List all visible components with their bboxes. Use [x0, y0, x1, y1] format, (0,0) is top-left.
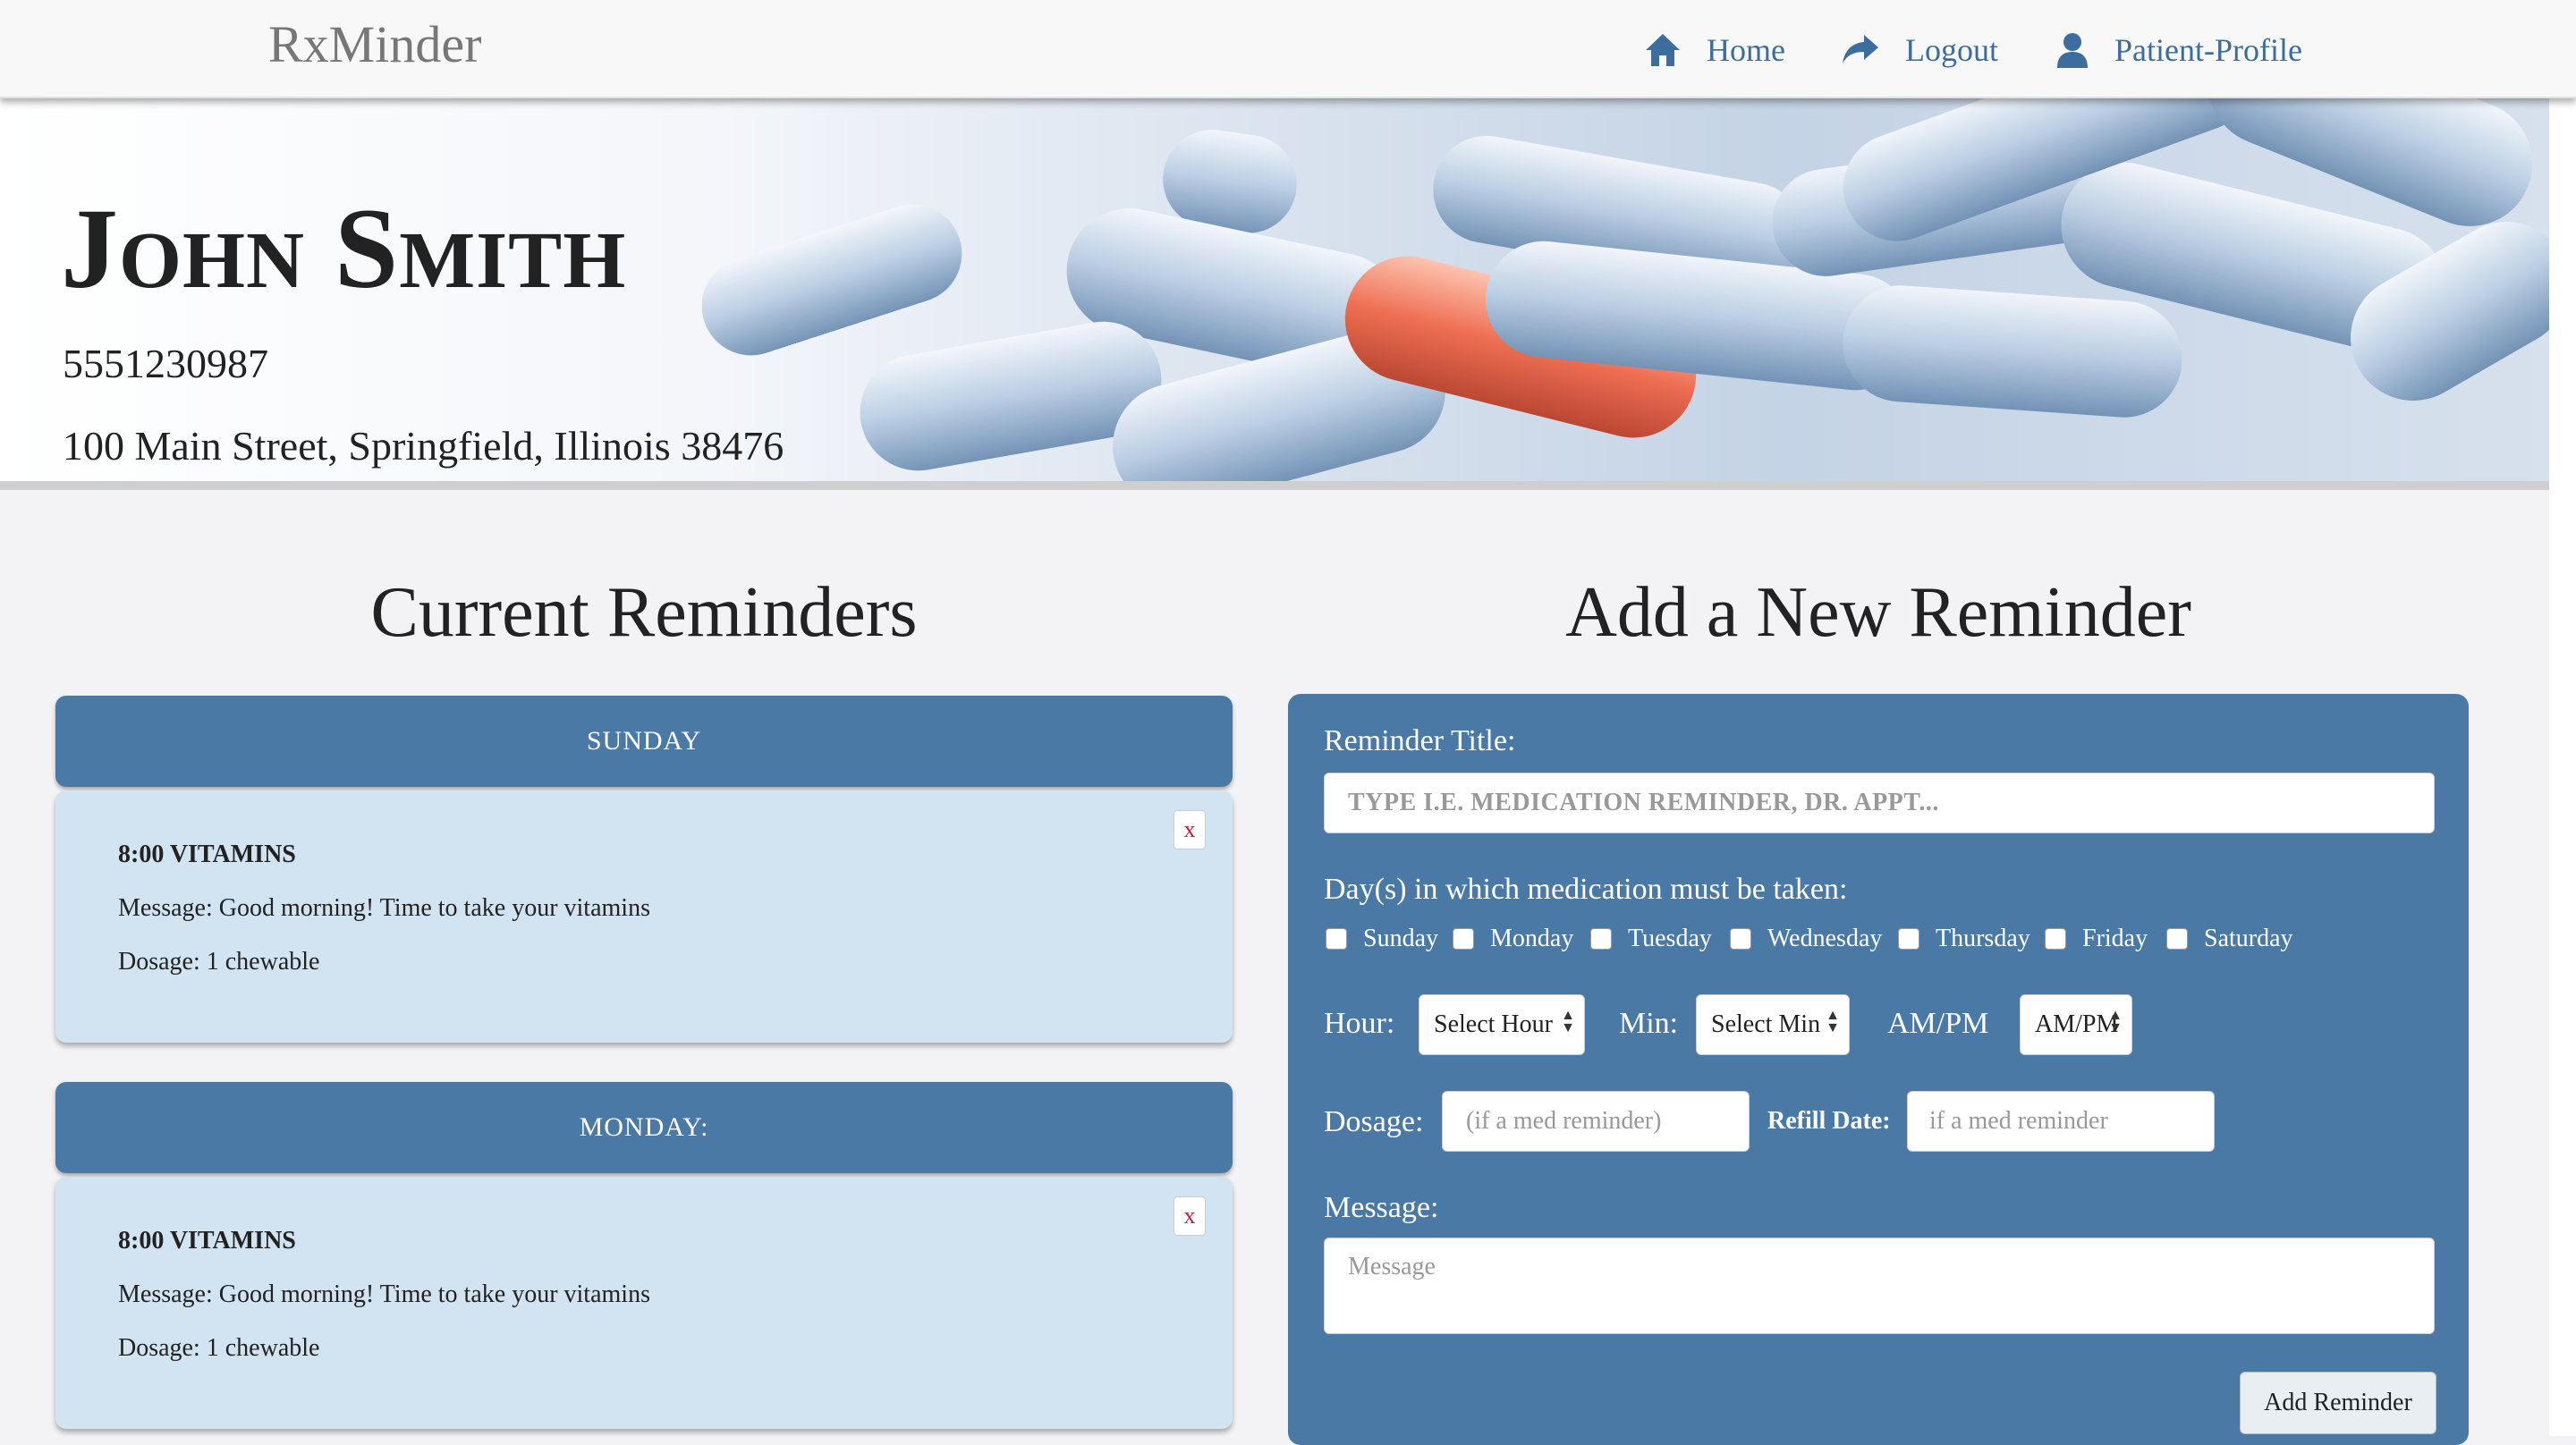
top-navbar: RxMinder Home Logout Patient-Profile	[0, 0, 2576, 98]
day-checkbox-sunday[interactable]: Sunday	[1326, 925, 1438, 953]
reminder-title: 8:00 VITAMINS	[118, 1227, 296, 1255]
hero-banner: John Smith 5551230987 100 Main Street, S…	[0, 97, 2549, 481]
day-checkbox-label: Thursday	[1936, 925, 2030, 952]
day-checkbox-monday[interactable]: Monday	[1453, 925, 1573, 953]
reminder-title: 8:00 VITAMINS	[118, 841, 296, 868]
nav-profile-label: Patient-Profile	[2114, 32, 2302, 68]
ampm-select[interactable]: AM/PM ▲ ▼	[2020, 994, 2132, 1055]
checkbox[interactable]	[1326, 928, 1347, 950]
checkbox[interactable]	[1590, 928, 1612, 950]
hour-label: Hour:	[1324, 1007, 1395, 1040]
day-header-sunday: SUNDAY	[55, 696, 1233, 787]
ampm-label: AM/PM	[1887, 1007, 1989, 1040]
min-label: Min:	[1619, 1007, 1679, 1040]
reminder-card: x 8:00 VITAMINS Message: Good morning! T…	[55, 1177, 1233, 1429]
days-label: Day(s) in which medication must be taken…	[1324, 873, 1848, 906]
reminder-message: Message: Good morning! Time to take your…	[118, 894, 650, 922]
day-checkbox-label: Friday	[2082, 925, 2148, 952]
refill-date-input[interactable]: if a med reminder	[1907, 1091, 2215, 1152]
delete-reminder-button[interactable]: x	[1174, 1196, 1206, 1236]
select-arrows-icon: ▲ ▼	[2108, 1008, 2123, 1035]
day-checkbox-label: Sunday	[1363, 925, 1438, 952]
reminder-title-label: Reminder Title:	[1324, 724, 1516, 757]
day-checkbox-wednesday[interactable]: Wednesday	[1730, 925, 1882, 953]
reminder-dosage: Dosage: 1 chewable	[118, 1334, 320, 1362]
checkbox[interactable]	[1730, 928, 1751, 950]
day-checkbox-saturday[interactable]: Saturday	[2166, 925, 2293, 953]
patient-name: John Smith	[61, 185, 627, 312]
page-edge	[2549, 97, 2576, 1436]
message-label: Message:	[1324, 1191, 1439, 1224]
day-checkbox-label: Saturday	[2204, 925, 2293, 952]
dosage-label: Dosage:	[1324, 1105, 1424, 1138]
checkbox[interactable]	[2166, 928, 2188, 950]
reminder-title-input[interactable]: TYPE I.E. MEDICATION REMINDER, DR. APPT.…	[1324, 773, 2435, 833]
home-icon	[1646, 34, 1680, 66]
brand-logo[interactable]: RxMinder	[268, 13, 481, 77]
day-header-monday: MONDAY:	[55, 1082, 1233, 1173]
day-checkbox-label: Tuesday	[1628, 925, 1712, 952]
day-checkbox-thursday[interactable]: Thursday	[1898, 925, 2030, 953]
nav-home-label: Home	[1707, 32, 1785, 68]
nav-logout-label: Logout	[1905, 32, 1998, 68]
min-select-value: Select Min	[1711, 1010, 1821, 1038]
refill-date-label: Refill Date:	[1767, 1107, 1891, 1135]
patient-address: 100 Main Street, Springfield, Illinois 3…	[63, 423, 784, 469]
day-checkbox-label: Monday	[1490, 925, 1574, 952]
delete-reminder-button[interactable]: x	[1174, 810, 1206, 849]
current-reminders-heading: Current Reminders	[370, 573, 918, 652]
reminder-card: x 8:00 VITAMINS Message: Good morning! T…	[55, 790, 1233, 1043]
message-textarea[interactable]: Message	[1324, 1238, 2435, 1334]
dosage-input[interactable]: (if a med reminder)	[1442, 1091, 1750, 1152]
checkbox[interactable]	[1453, 928, 1474, 950]
add-reminder-form: Reminder Title: TYPE I.E. MEDICATION REM…	[1288, 694, 2469, 1445]
nav-profile-link[interactable]: Patient-Profile	[2055, 25, 2302, 75]
day-checkbox-label: Wednesday	[1767, 925, 1883, 952]
day-checkbox-friday[interactable]: Friday	[2045, 925, 2148, 953]
nav-logout-link[interactable]: Logout	[1841, 25, 1998, 75]
user-icon	[2057, 33, 2088, 68]
share-arrow-icon	[1843, 35, 1878, 63]
ampm-select-value: AM/PM	[2035, 1010, 2119, 1038]
patient-phone: 5551230987	[63, 341, 268, 386]
hour-select[interactable]: Select Hour ▲ ▼	[1419, 994, 1585, 1055]
hero-divider	[0, 481, 2549, 490]
add-reminder-heading: Add a New Reminder	[1565, 573, 2191, 652]
select-arrows-icon: ▲ ▼	[1826, 1008, 1840, 1035]
reminder-message: Message: Good morning! Time to take your…	[118, 1280, 650, 1308]
day-checkbox-tuesday[interactable]: Tuesday	[1590, 925, 1712, 953]
add-reminder-button[interactable]: Add Reminder	[2240, 1372, 2436, 1434]
select-arrows-icon: ▲ ▼	[1561, 1008, 1575, 1035]
checkbox[interactable]	[1898, 928, 1919, 950]
min-select[interactable]: Select Min ▲ ▼	[1696, 994, 1850, 1055]
reminder-dosage: Dosage: 1 chewable	[118, 948, 320, 976]
hour-select-value: Select Hour	[1434, 1010, 1553, 1038]
nav-home-link[interactable]: Home	[1644, 25, 1785, 75]
checkbox[interactable]	[2045, 928, 2066, 950]
